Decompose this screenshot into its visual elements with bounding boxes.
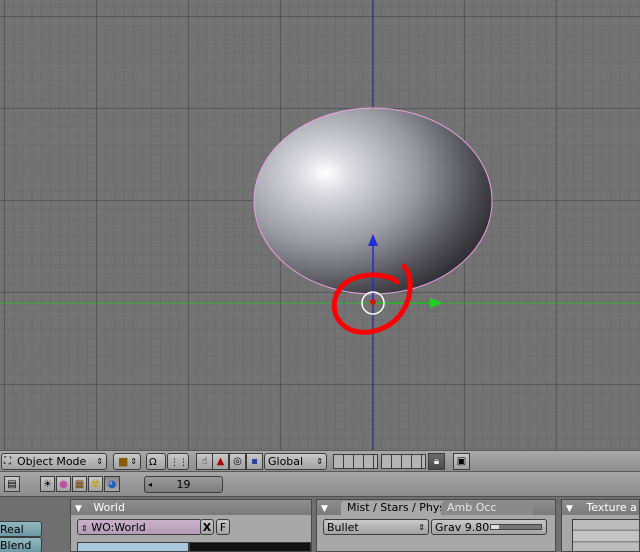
physics-engine-selector[interactable]: Bullet ⇕ xyxy=(323,519,429,535)
manipulator-x-arrow xyxy=(430,298,443,308)
fake-user-button[interactable]: F xyxy=(216,519,230,535)
frame-number: 19 xyxy=(176,478,191,491)
chevron-updown-icon: ⇕ xyxy=(418,523,425,532)
world-panel-header[interactable]: ▼ World xyxy=(71,500,311,515)
texture-panel-header[interactable]: ▼ Texture a xyxy=(562,500,639,515)
world-name: WO:World xyxy=(91,521,146,534)
gravity-label: Grav 9.80 xyxy=(435,521,490,534)
world-panel-title: World xyxy=(93,501,125,514)
collapse-triangle-icon: ▼ xyxy=(566,504,573,514)
mist-panel-header: ▼ Mist / Stars / Phys Amb Occ xyxy=(317,500,555,515)
lock-icon: 🔒︎ xyxy=(433,456,440,467)
chevron-updown-icon: ⇕ xyxy=(81,524,88,533)
lamp-icon: ☀ xyxy=(43,479,52,490)
collapse-triangle-icon: ▼ xyxy=(321,504,328,514)
shading-panel: Real Blend xyxy=(0,499,44,552)
world-panel: ▼ World ⇕ WO:World X F xyxy=(70,499,312,552)
texture-channel-list[interactable] xyxy=(572,519,639,551)
viewport-scene xyxy=(0,0,640,450)
object-origin-dot xyxy=(370,299,376,305)
layer-buttons-group-1[interactable] xyxy=(333,454,378,469)
arrow-left-icon: ◂ xyxy=(148,480,153,489)
texture-icon: ▦ xyxy=(74,479,85,490)
radiosity-icon: ☢ xyxy=(91,479,100,490)
mist-stars-physics-panel: ▼ Mist / Stars / Phys Amb Occ Bullet ⇕ G… xyxy=(316,499,556,552)
world-globe-icon: ◕ xyxy=(107,479,117,490)
render-icon: ▣ xyxy=(456,456,467,467)
hand-manipulator-button[interactable]: ☝ xyxy=(196,453,213,470)
pivot-selector[interactable]: Ω xyxy=(146,453,166,470)
mode-label: Object Mode xyxy=(17,455,87,468)
texture-panel: ▼ Texture a xyxy=(561,499,640,552)
layer-buttons-group-2[interactable] xyxy=(381,454,426,469)
ring-icon: ◎ xyxy=(233,456,242,467)
material-sphere-icon: ● xyxy=(59,479,68,490)
window-type-icon: ▤ xyxy=(7,479,17,490)
gravity-slider[interactable]: Grav 9.80 xyxy=(431,519,547,535)
snap-button[interactable]: ⋮⋮ xyxy=(167,453,189,470)
3d-view-header: ⛶ Object Mode ⇕ ■ ⇕ Ω ⋮⋮ ☝ ▲ ◎ ▪ Global … xyxy=(0,450,640,472)
lock-layers-button[interactable]: 🔒︎ xyxy=(428,453,445,470)
chevron-updown-icon: ⇕ xyxy=(130,457,137,466)
object-mode-icon: ⛶ xyxy=(4,456,11,467)
f-label: F xyxy=(219,521,227,534)
chevron-updown-icon: ⇕ xyxy=(316,457,323,466)
zenith-color-swatch[interactable] xyxy=(189,542,311,551)
real-button[interactable]: Real xyxy=(0,521,42,537)
blend-button[interactable]: Blend xyxy=(0,537,42,552)
physics-engine: Bullet xyxy=(327,521,359,534)
collapse-triangle-icon: ▼ xyxy=(75,504,82,514)
orientation-selector[interactable]: Global ⇕ xyxy=(264,453,327,470)
tab-amb-occ[interactable]: Amb Occ xyxy=(441,501,533,515)
gravity-slider-track xyxy=(490,524,542,530)
cube-icon: ■ xyxy=(118,455,129,468)
real-label: Real xyxy=(0,523,24,536)
horizon-color-swatch[interactable] xyxy=(77,542,189,551)
tab-mist-stars-physics[interactable]: Mist / Stars / Phys xyxy=(341,501,452,515)
x-label: X xyxy=(202,521,212,534)
material-context-button[interactable]: ● xyxy=(56,476,71,492)
window-type-button[interactable]: ▤ xyxy=(4,476,20,492)
hand-icon: ☝ xyxy=(201,456,208,467)
radio-context-button[interactable]: ☢ xyxy=(88,476,103,492)
frame-number-field[interactable]: ◂ 19 xyxy=(144,476,223,493)
rotate-manipulator-button[interactable]: ◎ xyxy=(229,453,246,470)
scale-manipulator-button[interactable]: ▪ xyxy=(246,453,263,470)
lamp-context-button[interactable]: ☀ xyxy=(40,476,55,492)
pivot-icon: Ω xyxy=(149,457,157,468)
texture-panel-title: Texture a xyxy=(586,501,637,514)
unlink-world-button[interactable]: X xyxy=(200,519,214,535)
gravity-slider-fill xyxy=(491,525,499,529)
square-icon: ▪ xyxy=(251,456,258,467)
3d-viewport[interactable] xyxy=(0,0,640,450)
mode-selector[interactable]: ⛶ Object Mode ⇕ xyxy=(1,453,107,470)
draw-type-selector[interactable]: ■ ⇕ xyxy=(113,453,141,470)
buttons-window: ▤ ☀ ● ▦ ☢ ◕ ◂ 19 Real Blend ▼ World ⇕ WO… xyxy=(0,472,640,552)
orientation-label: Global xyxy=(268,455,304,468)
world-context-button[interactable]: ◕ xyxy=(104,476,120,492)
world-name-field[interactable]: ⇕ WO:World xyxy=(77,519,202,535)
render-preview-button[interactable]: ▣ xyxy=(453,453,470,470)
triangle-icon: ▲ xyxy=(216,456,225,467)
texture-context-button[interactable]: ▦ xyxy=(72,476,87,492)
buttons-window-header: ▤ ☀ ● ▦ ☢ ◕ ◂ 19 xyxy=(0,472,640,497)
translate-manipulator-button[interactable]: ▲ xyxy=(212,453,229,470)
chevron-updown-icon: ⇕ xyxy=(96,457,103,466)
blend-label: Blend xyxy=(0,539,32,552)
snap-grid-icon: ⋮⋮ xyxy=(170,458,188,468)
